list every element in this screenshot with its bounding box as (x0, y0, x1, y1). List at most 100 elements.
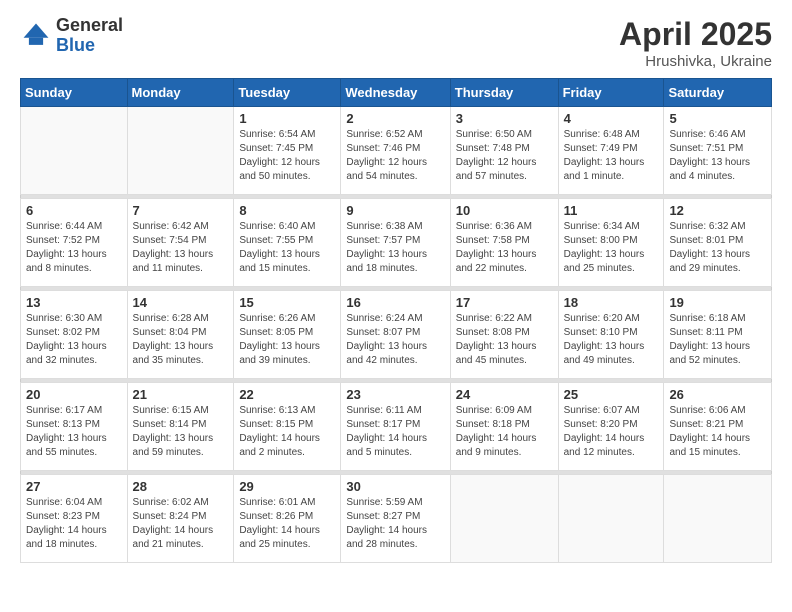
day-info: Sunrise: 6:26 AM Sunset: 8:05 PM Dayligh… (239, 312, 335, 368)
day-number: 27 (26, 479, 122, 494)
calendar-cell: 13Sunrise: 6:30 AM Sunset: 8:02 PM Dayli… (21, 291, 128, 379)
day-number: 9 (346, 203, 444, 218)
calendar-cell: 9 Sunrise: 6:38 AM Sunset: 7:57 PM Daylig… (341, 199, 450, 287)
calendar-cell: 19 Sunrise: 6:18 AM Sunset: 8:11 PM Dayli… (664, 291, 772, 379)
calendar-cell: 21Sunrise: 6:15 AM Sunset: 8:14 PM Dayli… (127, 383, 234, 471)
day-info: Sunrise: 6:50 AM Sunset: 7:48 PM Dayligh… (456, 128, 553, 184)
calendar-cell: 10 Sunrise: 6:36 AM Sunset: 7:58 PM Dayli… (450, 199, 558, 287)
page: General Blue April 2025 Hrushivka, Ukrai… (0, 0, 792, 612)
logo-text: General Blue (56, 16, 123, 56)
weekday-header: Wednesday (341, 79, 450, 107)
day-info: Sunrise: 5:59 AM Sunset: 8:27 PM Dayligh… (346, 496, 444, 552)
calendar-week-row: 1Sunrise: 6:54 AM Sunset: 7:45 PM Daylig… (21, 107, 772, 195)
calendar-cell: 2 Sunrise: 6:52 AM Sunset: 7:46 PM Daylig… (341, 107, 450, 195)
day-info: Sunrise: 6:54 AM Sunset: 7:45 PM Dayligh… (239, 128, 335, 184)
day-number: 16 (346, 295, 444, 310)
calendar-cell: 14Sunrise: 6:28 AM Sunset: 8:04 PM Dayli… (127, 291, 234, 379)
day-number: 19 (669, 295, 766, 310)
weekday-header-row: SundayMondayTuesdayWednesdayThursdayFrid… (21, 79, 772, 107)
calendar-cell: 30 Sunrise: 5:59 AM Sunset: 8:27 PM Dayli… (341, 475, 450, 563)
calendar-cell: 28 Sunrise: 6:02 AM Sunset: 8:24 PM Dayli… (127, 475, 234, 563)
day-number: 6 (26, 203, 122, 218)
day-info: Sunrise: 6:48 AM Sunset: 7:49 PM Dayligh… (564, 128, 659, 184)
weekday-header: Sunday (21, 79, 128, 107)
weekday-header: Monday (127, 79, 234, 107)
day-info: Sunrise: 6:13 AM Sunset: 8:15 PM Dayligh… (239, 404, 335, 460)
day-info: Sunrise: 6:04 AM Sunset: 8:23 PM Dayligh… (26, 496, 122, 552)
day-number: 7 (133, 203, 229, 218)
logo: General Blue (20, 16, 123, 56)
calendar-cell: 6 Sunrise: 6:44 AM Sunset: 7:52 PM Daylig… (21, 199, 128, 287)
calendar-cell: 22 Sunrise: 6:13 AM Sunset: 8:15 PM Dayli… (234, 383, 341, 471)
calendar-cell: 8 Sunrise: 6:40 AM Sunset: 7:55 PM Daylig… (234, 199, 341, 287)
day-info: Sunrise: 6:46 AM Sunset: 7:51 PM Dayligh… (669, 128, 766, 184)
calendar-cell: 5 Sunrise: 6:46 AM Sunset: 7:51 PM Daylig… (664, 107, 772, 195)
calendar-cell: 11 Sunrise: 6:34 AM Sunset: 8:00 PM Dayli… (558, 199, 664, 287)
calendar-cell: 23Sunrise: 6:11 AM Sunset: 8:17 PM Dayli… (341, 383, 450, 471)
calendar-cell: 7 Sunrise: 6:42 AM Sunset: 7:54 PM Daylig… (127, 199, 234, 287)
calendar-cell: 12Sunrise: 6:32 AM Sunset: 8:01 PM Dayli… (664, 199, 772, 287)
calendar-cell: 1Sunrise: 6:54 AM Sunset: 7:45 PM Daylig… (234, 107, 341, 195)
calendar-cell: 4 Sunrise: 6:48 AM Sunset: 7:49 PM Daylig… (558, 107, 664, 195)
calendar-cell: 25 Sunrise: 6:07 AM Sunset: 8:20 PM Dayli… (558, 383, 664, 471)
day-info: Sunrise: 6:32 AM Sunset: 8:01 PM Dayligh… (669, 220, 766, 276)
day-info: Sunrise: 6:30 AM Sunset: 8:02 PM Dayligh… (26, 312, 122, 368)
day-info: Sunrise: 6:34 AM Sunset: 8:00 PM Dayligh… (564, 220, 659, 276)
day-info: Sunrise: 6:09 AM Sunset: 8:18 PM Dayligh… (456, 404, 553, 460)
title-location: Hrushivka, Ukraine (619, 53, 772, 70)
day-info: Sunrise: 6:28 AM Sunset: 8:04 PM Dayligh… (133, 312, 229, 368)
day-number: 17 (456, 295, 553, 310)
day-number: 8 (239, 203, 335, 218)
day-number: 2 (346, 111, 444, 126)
day-number: 15 (239, 295, 335, 310)
header: General Blue April 2025 Hrushivka, Ukrai… (20, 16, 772, 70)
calendar-cell: 27 Sunrise: 6:04 AM Sunset: 8:23 PM Dayli… (21, 475, 128, 563)
day-info: Sunrise: 6:36 AM Sunset: 7:58 PM Dayligh… (456, 220, 553, 276)
calendar-cell: 29Sunrise: 6:01 AM Sunset: 8:26 PM Dayli… (234, 475, 341, 563)
day-number: 4 (564, 111, 659, 126)
calendar-cell: 24 Sunrise: 6:09 AM Sunset: 8:18 PM Dayli… (450, 383, 558, 471)
day-number: 18 (564, 295, 659, 310)
day-info: Sunrise: 6:38 AM Sunset: 7:57 PM Dayligh… (346, 220, 444, 276)
day-number: 29 (239, 479, 335, 494)
day-number: 26 (669, 387, 766, 402)
logo-general: General (56, 16, 123, 36)
day-info: Sunrise: 6:52 AM Sunset: 7:46 PM Dayligh… (346, 128, 444, 184)
day-number: 25 (564, 387, 659, 402)
calendar-cell (127, 107, 234, 195)
calendar-week-row: 13Sunrise: 6:30 AM Sunset: 8:02 PM Dayli… (21, 291, 772, 379)
day-info: Sunrise: 6:40 AM Sunset: 7:55 PM Dayligh… (239, 220, 335, 276)
weekday-header: Tuesday (234, 79, 341, 107)
day-number: 24 (456, 387, 553, 402)
day-info: Sunrise: 6:18 AM Sunset: 8:11 PM Dayligh… (669, 312, 766, 368)
day-number: 23 (346, 387, 444, 402)
calendar-table: SundayMondayTuesdayWednesdayThursdayFrid… (20, 78, 772, 563)
day-number: 20 (26, 387, 122, 402)
logo-icon (20, 20, 52, 52)
day-info: Sunrise: 6:20 AM Sunset: 8:10 PM Dayligh… (564, 312, 659, 368)
calendar-week-row: 6 Sunrise: 6:44 AM Sunset: 7:52 PM Daylig… (21, 199, 772, 287)
weekday-header: Thursday (450, 79, 558, 107)
day-info: Sunrise: 6:44 AM Sunset: 7:52 PM Dayligh… (26, 220, 122, 276)
calendar-week-row: 27 Sunrise: 6:04 AM Sunset: 8:23 PM Dayli… (21, 475, 772, 563)
calendar-cell: 17 Sunrise: 6:22 AM Sunset: 8:08 PM Dayli… (450, 291, 558, 379)
day-number: 5 (669, 111, 766, 126)
title-month: April 2025 (619, 16, 772, 53)
day-info: Sunrise: 6:22 AM Sunset: 8:08 PM Dayligh… (456, 312, 553, 368)
day-number: 10 (456, 203, 553, 218)
day-info: Sunrise: 6:02 AM Sunset: 8:24 PM Dayligh… (133, 496, 229, 552)
weekday-header: Saturday (664, 79, 772, 107)
day-info: Sunrise: 6:24 AM Sunset: 8:07 PM Dayligh… (346, 312, 444, 368)
day-number: 28 (133, 479, 229, 494)
day-number: 30 (346, 479, 444, 494)
day-number: 22 (239, 387, 335, 402)
title-block: April 2025 Hrushivka, Ukraine (619, 16, 772, 70)
calendar-cell (558, 475, 664, 563)
day-number: 11 (564, 203, 659, 218)
day-info: Sunrise: 6:07 AM Sunset: 8:20 PM Dayligh… (564, 404, 659, 460)
day-info: Sunrise: 6:06 AM Sunset: 8:21 PM Dayligh… (669, 404, 766, 460)
day-info: Sunrise: 6:15 AM Sunset: 8:14 PM Dayligh… (133, 404, 229, 460)
day-info: Sunrise: 6:42 AM Sunset: 7:54 PM Dayligh… (133, 220, 229, 276)
calendar-week-row: 20Sunrise: 6:17 AM Sunset: 8:13 PM Dayli… (21, 383, 772, 471)
calendar-cell: 16 Sunrise: 6:24 AM Sunset: 8:07 PM Dayli… (341, 291, 450, 379)
